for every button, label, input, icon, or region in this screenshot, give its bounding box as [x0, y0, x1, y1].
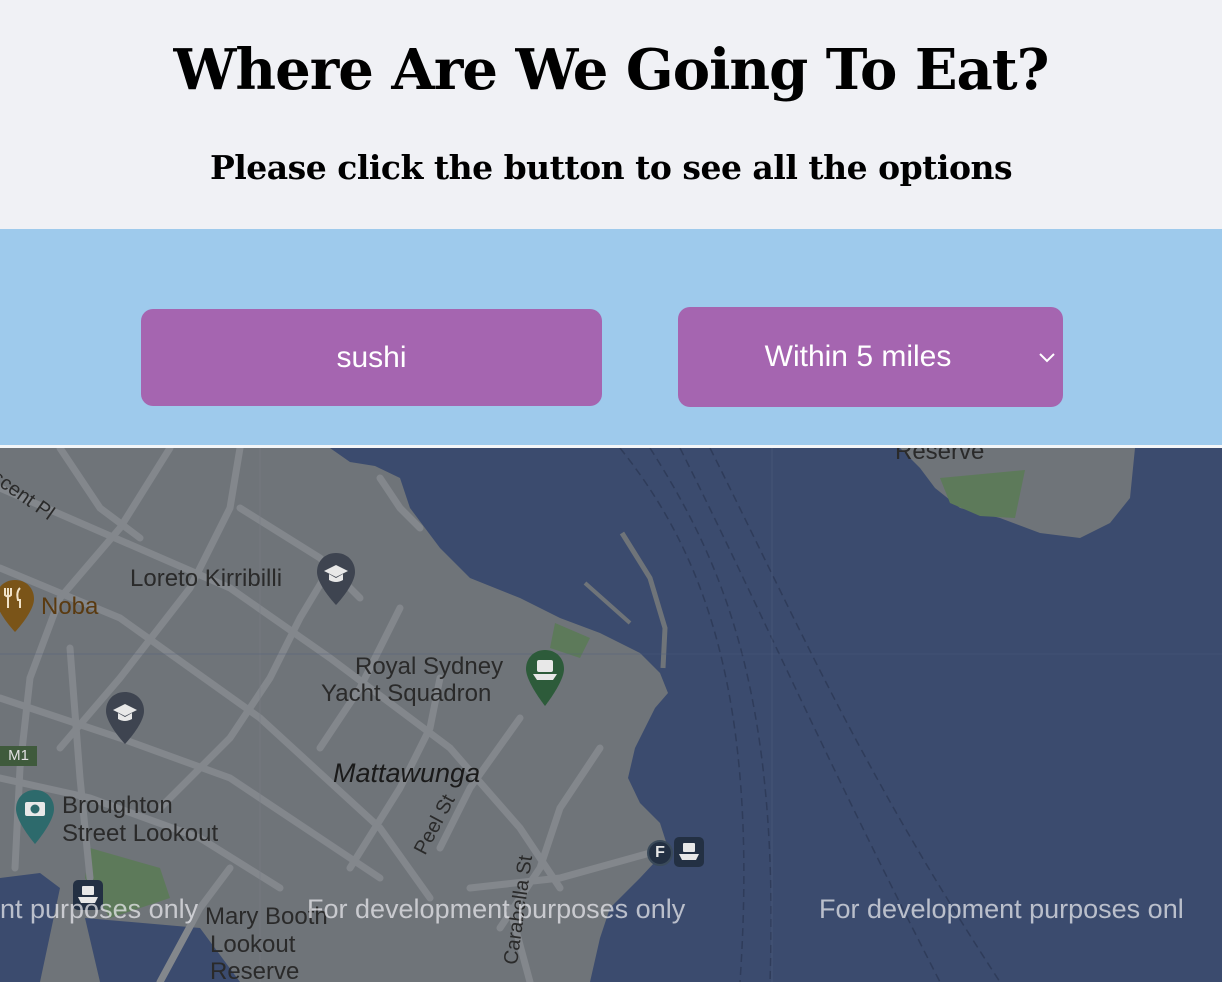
page-header: Where Are We Going To Eat? Please click …: [0, 0, 1222, 229]
label-royal-sydney-2: Yacht Squadron: [321, 680, 492, 707]
camera-pin-icon[interactable]: [14, 788, 56, 846]
motorway-m1-badge: M1: [0, 746, 37, 766]
cuisine-search-input[interactable]: [141, 309, 602, 406]
chevron-down-icon: [1039, 353, 1055, 363]
map-park: [940, 470, 1025, 518]
label-royal-sydney-1: Royal Sydney: [355, 653, 504, 680]
dev-watermark: For development purposes only: [307, 894, 686, 924]
label-broughton-2: Street Lookout: [62, 820, 219, 847]
map-wharf: [583, 581, 632, 625]
page-subtitle: Please click the button to see all the o…: [209, 148, 1013, 187]
ferry-stop-icon[interactable]: [673, 836, 705, 868]
label-noba: Noba: [41, 593, 99, 620]
label-mattawunga: Mattawunga: [333, 758, 481, 788]
restaurant-pin-icon[interactable]: [0, 578, 36, 634]
dev-watermark: nt purposes only: [0, 894, 199, 924]
page-title: Where Are We Going To Eat?: [173, 37, 1050, 103]
school-pin-icon[interactable]: [315, 551, 357, 607]
m1-label: M1: [8, 747, 29, 764]
label-broughton-1: Broughton: [62, 792, 173, 819]
distance-select[interactable]: Within 5 miles: [678, 307, 1063, 407]
distance-selected-value: Within 5 miles: [764, 340, 952, 373]
label-loreto-kirribilli: Loreto Kirribilli: [130, 565, 283, 592]
dev-watermark: For development purposes onl: [819, 894, 1184, 924]
school-pin-icon[interactable]: [104, 690, 146, 746]
label-mary-booth-3: Reserve: [210, 958, 300, 982]
ferry-pin-icon[interactable]: [524, 648, 566, 708]
label-mary-booth-2: Lookout: [210, 931, 296, 958]
label-reserve-top: Reserve: [895, 448, 985, 465]
ferry-f-badge[interactable]: F: [647, 840, 673, 866]
search-controls: Within 5 miles: [0, 229, 1222, 445]
ferry-f-label: F: [655, 844, 665, 861]
